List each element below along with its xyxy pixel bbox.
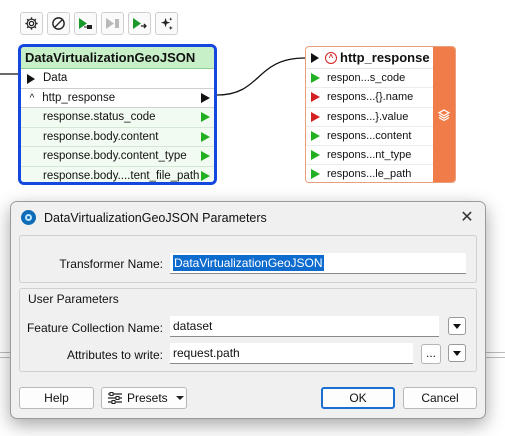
bookmark-port-label: respons...{}.name [327,91,414,104]
attribute-port-icon[interactable] [201,131,210,142]
chevron-down-icon [453,323,461,329]
layers-icon[interactable] [433,47,455,182]
attributes-to-write-label: Attributes to write: [66,348,163,362]
bookmark-port-row[interactable]: respons...{}.name [306,88,435,108]
bookmark-port-row[interactable]: respons...content [306,127,435,147]
help-button[interactable]: Help [19,387,94,409]
attributes-dropdown-button[interactable] [448,344,466,362]
attribute-row[interactable]: response.body.content_type [21,147,214,167]
attributes-to-write-value: request.path [173,346,240,360]
port-arrow-icon[interactable] [311,150,320,161]
port-arrow-icon[interactable] [311,130,320,141]
attribute-label: response.status_code [43,111,156,123]
user-parameters-label: User Parameters [28,292,119,306]
http-response-title: http_response [340,50,430,65]
close-icon[interactable]: ✕ [457,208,477,228]
cancel-button[interactable]: Cancel [403,387,477,409]
chevron-down-icon [453,350,461,356]
feature-collection-value: dataset [173,319,213,333]
port-arrow-icon[interactable] [311,169,320,180]
http-response-node[interactable]: ^ http_response respon...s_code respons.… [305,46,456,183]
presets-button[interactable]: Presets [101,387,187,409]
presets-label: Presets [127,391,168,405]
input-port-icon[interactable] [311,53,319,63]
attribute-row[interactable]: response.body.content [21,127,214,147]
attribute-port-icon[interactable] [201,151,210,161]
bookmark-port-label: respon...s_code [327,72,406,84]
attribute-label: response.body.content_type [43,150,187,162]
collapse-icon[interactable]: ^ [325,52,337,64]
input-port-icon[interactable] [27,74,35,84]
attribute-row[interactable]: response.body....tent_file_path [21,166,214,182]
bookmark-port-label: respons...nt_type [327,149,412,162]
attribute-label: response.body.content [43,130,159,143]
transformer-name-value: DataVirtualizationGeoJSON [173,255,324,271]
output-port-icon[interactable] [201,92,210,103]
app-icon [21,210,36,225]
bookmark-port-row[interactable]: respon...s_code [306,69,435,89]
attribute-label: response.body....tent_file_path [43,169,200,182]
attribute-port-icon[interactable] [201,170,210,181]
ok-button[interactable]: OK [321,387,395,409]
dialog-title: DataVirtualizationGeoJSON Parameters [44,210,267,225]
bookmark-port-row[interactable]: respons...le_path [306,165,435,182]
input-port-label: Data [43,72,68,84]
output-group-row[interactable]: ^ http_response [21,88,214,109]
feature-collection-dropdown-button[interactable] [448,317,466,335]
transformer-name-input[interactable]: DataVirtualizationGeoJSON [170,253,466,274]
feature-collection-label: Feature Collection Name: [26,321,163,335]
bookmark-port-label: respons...content [327,129,412,142]
transformer-node[interactable]: DataVirtualizationGeoJSON Data ^ http_re… [18,44,217,185]
collapse-caret-icon[interactable]: ^ [25,89,39,109]
port-arrow-icon[interactable] [311,92,320,103]
transformer-title: DataVirtualizationGeoJSON [21,47,214,69]
attribute-row[interactable]: response.status_code [21,108,214,128]
port-arrow-icon[interactable] [311,73,320,83]
attribute-port-icon[interactable] [201,112,210,122]
dialog-titlebar[interactable]: DataVirtualizationGeoJSON Parameters [11,202,485,233]
attributes-to-write-input[interactable]: request.path [170,343,413,364]
port-arrow-icon[interactable] [311,111,320,122]
chevron-down-icon [175,396,184,400]
bookmark-port-row[interactable]: respons...nt_type [306,146,435,166]
attributes-ellipsis-button[interactable]: ... [421,344,441,364]
output-group-label: http_response [42,91,116,104]
presets-icon [108,392,122,404]
parameters-dialog: DataVirtualizationGeoJSON Parameters ✕ T… [10,201,486,419]
input-port-row[interactable]: Data [21,69,214,89]
bookmark-port-label: respons...}.value [327,110,409,123]
bookmark-port-row[interactable]: respons...}.value [306,108,435,127]
feature-collection-input[interactable]: dataset [170,316,439,337]
transformer-name-label: Transformer Name: [59,257,163,271]
bookmark-port-label: respons...le_path [327,168,412,181]
